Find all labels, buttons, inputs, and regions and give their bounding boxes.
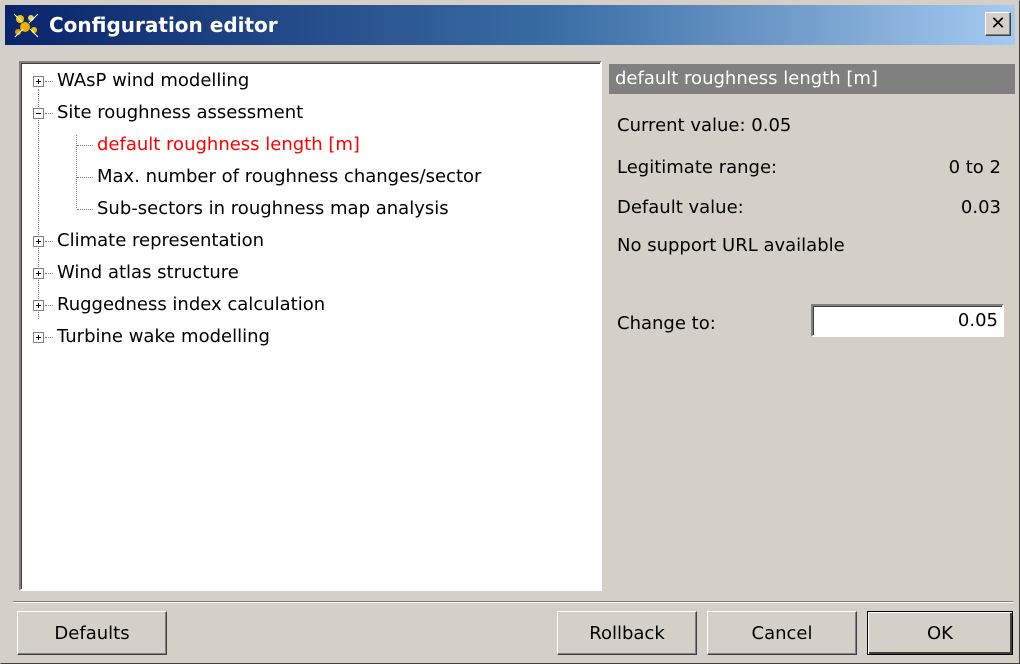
default-value-value: 0.03 bbox=[960, 197, 1001, 218]
change-to-label: Change to: bbox=[617, 313, 716, 334]
close-button[interactable]: ✕ bbox=[985, 12, 1011, 36]
tree-item-label: Sub-sectors in roughness map analysis bbox=[97, 198, 449, 219]
window-title: Configuration editor bbox=[49, 13, 278, 37]
legitimate-range-label: Legitimate range: bbox=[617, 157, 778, 178]
settings-tree[interactable]: WAsP wind modelling Site roughness asses… bbox=[19, 61, 602, 591]
tree-item-default-roughness-length[interactable]: default roughness length [m] bbox=[21, 129, 581, 161]
ok-button[interactable]: OK bbox=[867, 611, 1013, 655]
tree-item-wind-atlas-structure[interactable]: Wind atlas structure bbox=[21, 257, 581, 289]
current-value-text: Current value: 0.05 bbox=[617, 115, 792, 136]
tree-item-label: Max. number of roughness changes/sector bbox=[97, 166, 482, 187]
tree-item-label: Climate representation bbox=[57, 230, 264, 251]
tree-item-site-roughness-assessment[interactable]: Site roughness assessment bbox=[21, 97, 581, 129]
configuration-editor-window: Configuration editor ✕ WAsP wind modelli… bbox=[0, 0, 1020, 664]
tree-item-label: WAsP wind modelling bbox=[57, 70, 250, 91]
tree-item-sub-sectors[interactable]: Sub-sectors in roughness map analysis bbox=[21, 193, 581, 225]
default-value-label: Default value: bbox=[617, 197, 744, 218]
collapse-minus-icon[interactable] bbox=[33, 108, 44, 119]
cancel-button[interactable]: Cancel bbox=[707, 611, 857, 655]
property-header: default roughness length [m] bbox=[609, 64, 1015, 94]
tree-item-climate-representation[interactable]: Climate representation bbox=[21, 225, 581, 257]
defaults-button[interactable]: Defaults bbox=[17, 611, 167, 655]
expand-plus-icon[interactable] bbox=[33, 236, 44, 247]
support-url-text: No support URL available bbox=[617, 235, 845, 256]
tree-item-label: Site roughness assessment bbox=[57, 102, 304, 123]
property-panel: default roughness length [m] Current val… bbox=[609, 61, 1015, 591]
tree-item-label: Ruggedness index calculation bbox=[57, 294, 326, 315]
tree-item-label-selected: default roughness length [m] bbox=[97, 134, 360, 155]
close-icon: ✕ bbox=[990, 13, 1006, 34]
tree-item-label: Turbine wake modelling bbox=[57, 326, 270, 347]
change-to-input[interactable] bbox=[811, 304, 1004, 337]
expand-plus-icon[interactable] bbox=[33, 332, 44, 343]
tree-item-label: Wind atlas structure bbox=[57, 262, 239, 283]
button-separator bbox=[13, 601, 1013, 603]
expand-plus-icon[interactable] bbox=[33, 76, 44, 87]
tree-item-ruggedness-index[interactable]: Ruggedness index calculation bbox=[21, 289, 581, 321]
rollback-button[interactable]: Rollback bbox=[557, 611, 697, 655]
title-bar[interactable]: Configuration editor ✕ bbox=[5, 5, 1015, 45]
tree-item-wasp-wind-modelling[interactable]: WAsP wind modelling bbox=[21, 65, 581, 97]
tree-item-turbine-wake-modelling[interactable]: Turbine wake modelling bbox=[21, 321, 581, 353]
legitimate-range-value: 0 to 2 bbox=[948, 157, 1001, 178]
app-icon bbox=[11, 11, 41, 39]
tree-item-max-roughness-changes[interactable]: Max. number of roughness changes/sector bbox=[21, 161, 581, 193]
expand-plus-icon[interactable] bbox=[33, 300, 44, 311]
expand-plus-icon[interactable] bbox=[33, 268, 44, 279]
